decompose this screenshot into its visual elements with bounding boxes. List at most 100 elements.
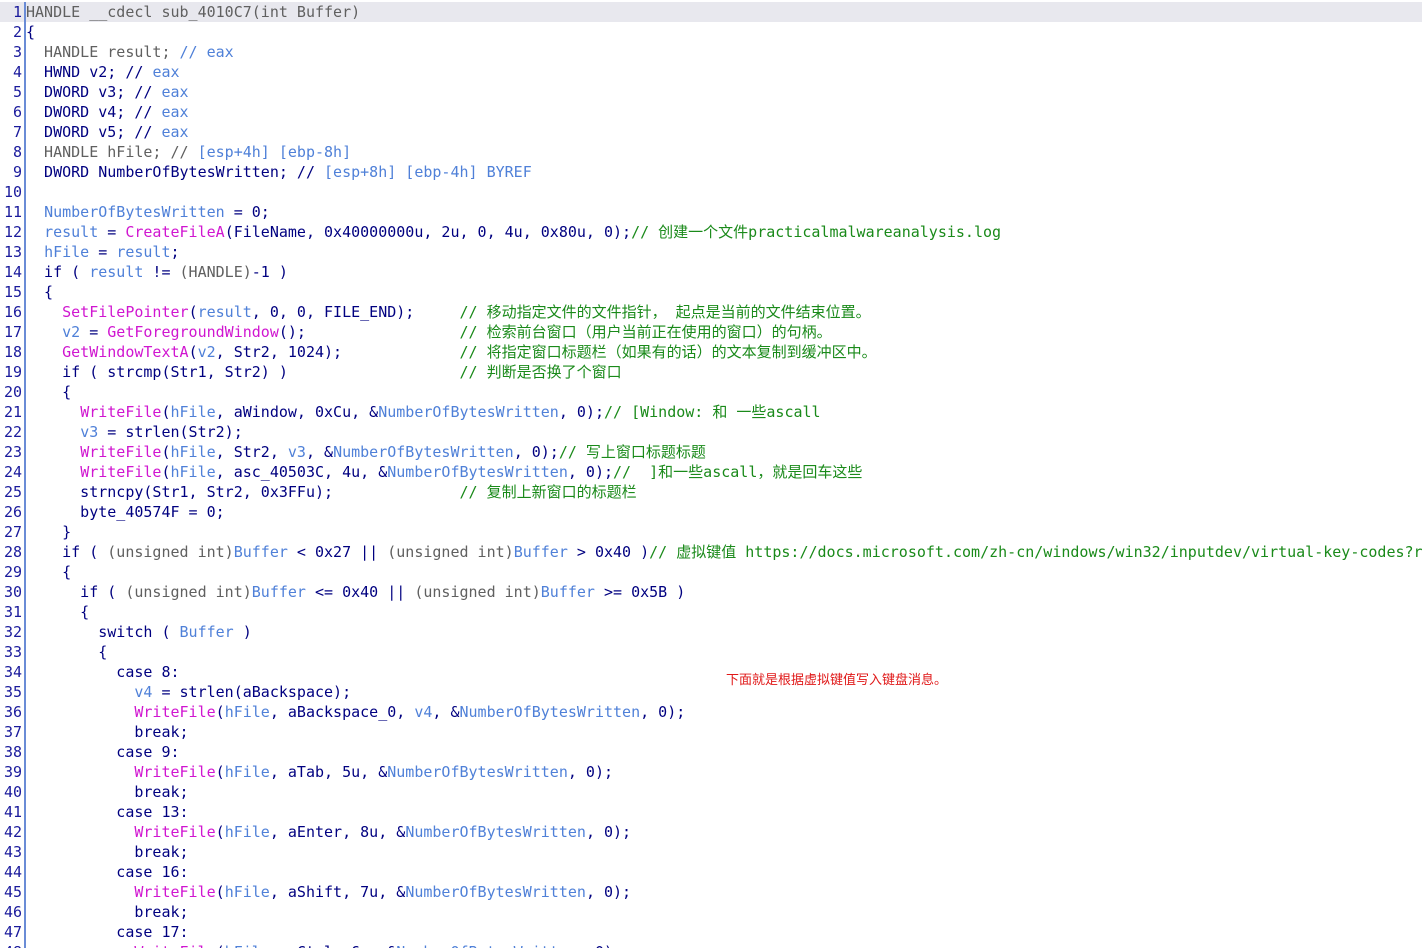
code-token: [esp+8h] [ebp-4h] BYREF — [324, 163, 532, 181]
code-line[interactable]: 6 DWORD v4; // eax — [0, 102, 1422, 122]
code-text: { — [26, 22, 35, 42]
line-number: 33 — [3, 643, 22, 661]
code-token: ; — [170, 243, 180, 261]
code-line[interactable]: 18 GetWindowTextA(v2, Str2, 1024); // 将指… — [0, 342, 1422, 362]
code-line[interactable]: 11 NumberOfBytesWritten = 0; — [0, 202, 1422, 222]
code-token: // 虚拟键值 https://docs.microsoft.com/zh-cn… — [649, 543, 1422, 561]
code-line[interactable]: 35 v4 = strlen(aBackspace); — [0, 682, 1422, 702]
code-line[interactable]: 16 SetFilePointer(result, 0, 0, FILE_END… — [0, 302, 1422, 322]
code-line[interactable]: 29 { — [0, 562, 1422, 582]
code-line[interactable]: 19 if ( strcmp(Str1, Str2) ) // 判断是否换了个窗… — [0, 362, 1422, 382]
code-line[interactable]: 10 — [0, 182, 1422, 202]
line-number: 10 — [3, 183, 22, 201]
code-token: NumberOfBytesWritten — [396, 943, 577, 948]
code-line[interactable]: 8 HANDLE hFile; // [esp+4h] [ebp-8h] — [0, 142, 1422, 162]
code-line[interactable]: 23 WriteFile(hFile, Str2, v3, &NumberOfB… — [0, 442, 1422, 462]
code-line[interactable]: 22 v3 = strlen(Str2); — [0, 422, 1422, 442]
line-number: 27 — [3, 523, 22, 541]
code-token: [esp+4h] [ebp-8h] — [197, 143, 352, 161]
code-line[interactable]: 1 HANDLE __cdecl sub_4010C7(int Buffer) — [0, 2, 1422, 22]
line-number: 37 — [3, 723, 22, 741]
code-line[interactable]: 20 { — [0, 382, 1422, 402]
code-token: WriteFile — [134, 943, 215, 948]
code-token: SetFilePointer — [62, 303, 189, 321]
code-token: DWORD v4; // — [26, 103, 162, 121]
code-token: <= 0x40 || — [305, 583, 415, 601]
code-line[interactable]: 25 strncpy(Str1, Str2, 0x3FFu); // 复制上新窗… — [0, 482, 1422, 502]
line-number: 34 — [3, 663, 22, 681]
code-token: case 17: — [26, 923, 189, 941]
pseudocode-view[interactable]: 1 HANDLE __cdecl sub_4010C7(int Buffer) 2{… — [0, 0, 1422, 948]
code-line[interactable]: 44 case 16: — [0, 862, 1422, 882]
code-token: , 0); — [513, 443, 559, 461]
code-line[interactable]: 32 switch ( Buffer ) — [0, 622, 1422, 642]
code-token: case 13: — [26, 803, 189, 821]
code-token: case 8: — [26, 663, 180, 681]
code-token: if ( — [26, 543, 108, 561]
code-line[interactable]: 37 break; — [0, 722, 1422, 742]
code-token: { — [26, 643, 108, 661]
code-line[interactable]: 14 if ( result != (HANDLE)-1 ) — [0, 262, 1422, 282]
code-token: hFile — [44, 243, 90, 261]
code-line[interactable]: 48 WriteFile(hFile, aCtrl, 6u, &NumberOf… — [0, 942, 1422, 948]
code-token: NumberOfBytesWritten — [405, 823, 586, 841]
code-text: WriteFile(hFile, aShift, 7u, &NumberOfBy… — [26, 882, 631, 902]
code-line[interactable]: 43 break; — [0, 842, 1422, 862]
code-token: hFile — [170, 403, 216, 421]
code-line[interactable]: 4 HWND v2; // eax — [0, 62, 1422, 82]
code-line[interactable]: 40 break; — [0, 782, 1422, 802]
code-line[interactable]: 9 DWORD NumberOfBytesWritten; // [esp+8h… — [0, 162, 1422, 182]
code-line[interactable]: 21 WriteFile(hFile, aWindow, 0xCu, &Numb… — [0, 402, 1422, 422]
code-token: } — [26, 523, 72, 541]
code-text: case 8: — [26, 662, 180, 682]
code-token: WriteFile — [80, 443, 162, 461]
code-token: = — [89, 243, 117, 261]
code-line[interactable]: 30 if ( (unsigned int)Buffer <= 0x40 || … — [0, 582, 1422, 602]
code-line[interactable]: 3 HANDLE result; // eax — [0, 42, 1422, 62]
code-text: result = CreateFileA(FileName, 0x4000000… — [26, 222, 1001, 242]
line-number: 21 — [3, 403, 22, 421]
code-token: WriteFile — [134, 883, 216, 901]
code-line[interactable]: 17 v2 = GetForegroundWindow(); // 检索前台窗口… — [0, 322, 1422, 342]
line-number: 20 — [3, 383, 22, 401]
code-token: hFile — [224, 763, 270, 781]
code-text: NumberOfBytesWritten = 0; — [26, 202, 270, 222]
code-line[interactable]: 28 if ( (unsigned int)Buffer < 0x27 || (… — [0, 542, 1422, 562]
code-line[interactable]: 7 DWORD v5; // eax — [0, 122, 1422, 142]
code-token: = 0; — [224, 203, 270, 221]
code-token: ( — [188, 303, 198, 321]
code-line[interactable]: 5 DWORD v3; // eax — [0, 82, 1422, 102]
line-number: 19 — [3, 363, 22, 381]
code-line[interactable]: 13 hFile = result; — [0, 242, 1422, 262]
line-number: 18 — [3, 343, 22, 361]
code-token: hFile — [170, 443, 216, 461]
code-line[interactable]: 47 case 17: — [0, 922, 1422, 942]
code-token: HANDLE hFile; // — [26, 143, 198, 161]
code-line[interactable]: 12 result = CreateFileA(FileName, 0x4000… — [0, 222, 1422, 242]
code-line[interactable]: 31 { — [0, 602, 1422, 622]
code-token: HANDLE result; — [26, 43, 180, 61]
code-line[interactable]: 2{ — [0, 22, 1422, 42]
code-token: ( — [161, 463, 171, 481]
code-line[interactable]: 36 WriteFile(hFile, aBackspace_0, v4, &N… — [0, 702, 1422, 722]
code-line[interactable]: 46 break; — [0, 902, 1422, 922]
code-token: = strlen(aBackspace); — [152, 683, 352, 701]
code-line[interactable]: 26 byte_40574F = 0; — [0, 502, 1422, 522]
code-token: WriteFile — [80, 403, 162, 421]
code-line[interactable]: 34 case 8: — [0, 662, 1422, 682]
line-number: 43 — [3, 843, 22, 861]
code-text: { — [26, 282, 53, 302]
code-line[interactable]: 45 WriteFile(hFile, aShift, 7u, &NumberO… — [0, 882, 1422, 902]
code-token: { — [26, 23, 36, 41]
code-line[interactable]: 33 { — [0, 642, 1422, 662]
code-token: case 9: — [26, 743, 180, 761]
code-line[interactable]: 42 WriteFile(hFile, aEnter, 8u, &NumberO… — [0, 822, 1422, 842]
code-line[interactable]: 41 case 13: — [0, 802, 1422, 822]
code-line[interactable]: 24 WriteFile(hFile, asc_40503C, 4u, &Num… — [0, 462, 1422, 482]
code-line[interactable]: 15 { — [0, 282, 1422, 302]
code-line[interactable]: 39 WriteFile(hFile, aTab, 5u, &NumberOfB… — [0, 762, 1422, 782]
code-line[interactable]: 38 case 9: — [0, 742, 1422, 762]
code-line[interactable]: 27 } — [0, 522, 1422, 542]
line-number: 6 — [12, 103, 22, 121]
